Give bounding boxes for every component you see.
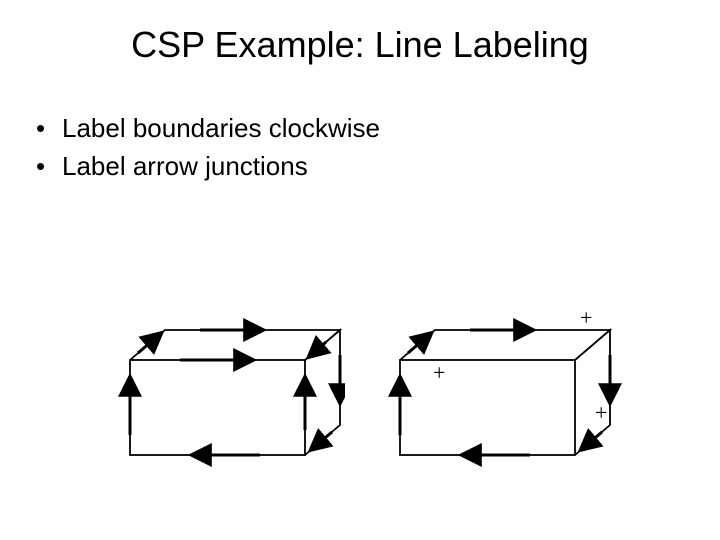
plus-label: + (595, 400, 607, 425)
bullet-dot: • (36, 148, 62, 186)
cube-left (110, 300, 345, 475)
slide-title: CSP Example: Line Labeling (0, 24, 720, 66)
bullet-list: • Label boundaries clockwise • Label arr… (36, 110, 380, 185)
plus-label: + (433, 360, 445, 385)
bullet-text: Label boundaries clockwise (62, 110, 380, 148)
bullet-text: Label arrow junctions (62, 148, 308, 186)
cube-right: + + + (380, 300, 630, 495)
bullet-item: • Label boundaries clockwise (36, 110, 380, 148)
bullet-dot: • (36, 110, 62, 148)
plus-label: + (580, 305, 592, 330)
bullet-item: • Label arrow junctions (36, 148, 380, 186)
